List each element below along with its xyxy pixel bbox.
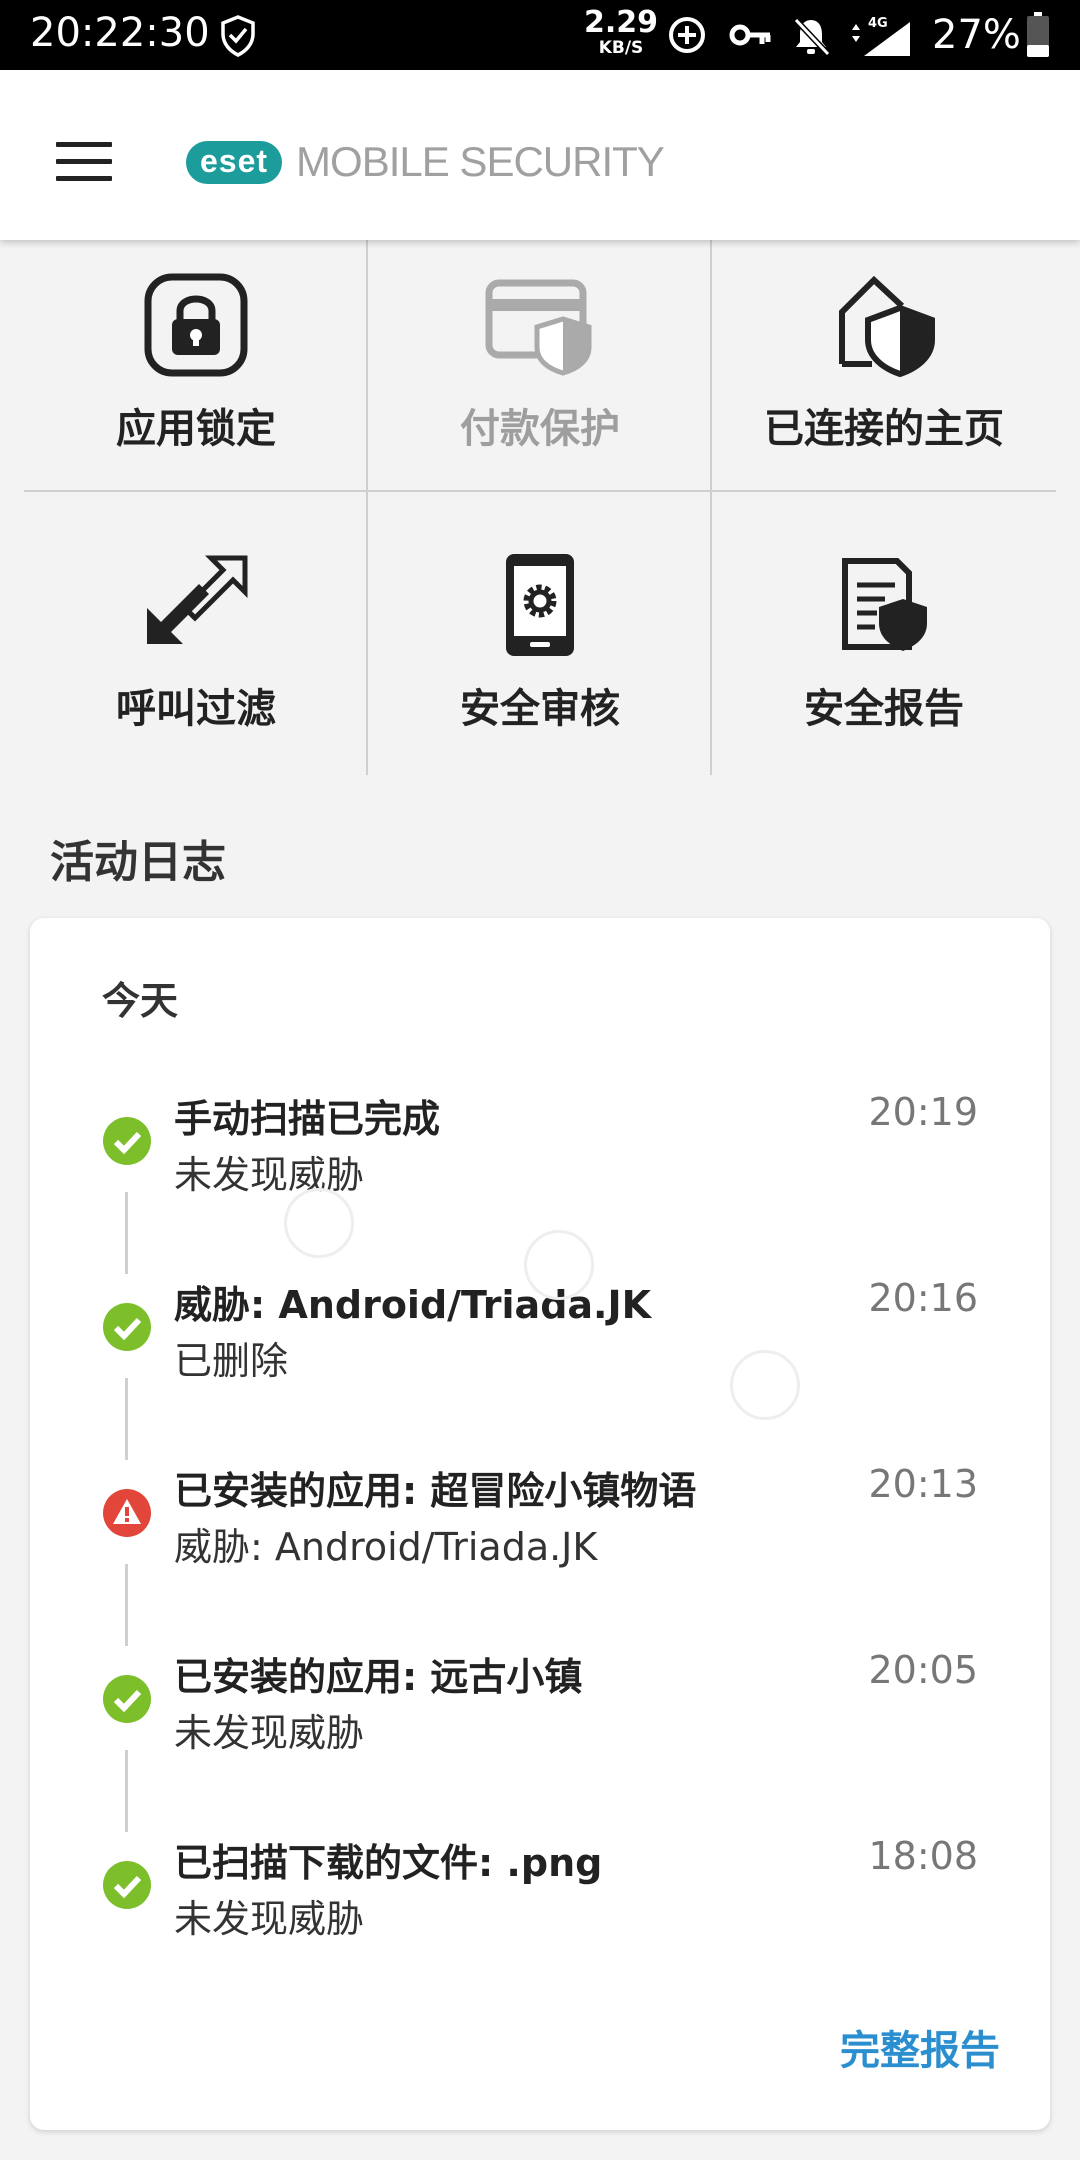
svg-text:4G: 4G <box>868 16 888 31</box>
status-bar: 20:22:30 2.29 KB/S 4G 27% <box>0 0 1080 70</box>
payment-protection-icon <box>485 279 592 376</box>
full-report-link[interactable]: 完整报告 <box>840 2018 1000 2076</box>
activity-log-card: 今天 手动扫描已完成 未发现威胁 20:19 威胁: Android/Triad… <box>30 918 1050 2130</box>
timeline-connector <box>125 1564 128 1646</box>
hamburger-icon <box>56 142 112 147</box>
log-entry[interactable]: 已扫描下载的文件: .png 未发现威胁 18:08 <box>30 1832 1050 1952</box>
status-time: 20:22:30 <box>30 10 210 56</box>
data-saver-icon <box>669 17 705 53</box>
feature-security-report[interactable]: 安全报告 <box>712 520 1056 734</box>
app-bar: eset MOBILE SECURITY <box>0 70 1080 240</box>
grid-divider <box>24 490 1056 492</box>
lock-icon <box>144 273 248 377</box>
battery-percent: 27% <box>932 12 1021 58</box>
shield-check-icon <box>221 15 255 57</box>
timeline-connector <box>125 1192 128 1274</box>
feature-security-audit[interactable]: 安全审核 <box>368 520 712 734</box>
log-entry[interactable]: 已安装的应用: 远古小镇 未发现威胁 20:05 <box>30 1646 1050 1766</box>
touch-ripple <box>284 1188 354 1258</box>
activity-log-title: 活动日志 <box>50 837 226 888</box>
eset-logo: eset MOBILE SECURITY <box>186 136 665 188</box>
vpn-key-icon <box>729 24 771 46</box>
menu-button[interactable] <box>56 142 112 182</box>
check-circle-icon <box>103 1675 151 1723</box>
net-speed: 2.29 KB/S <box>584 5 659 58</box>
check-circle-icon <box>103 1303 151 1351</box>
log-entry[interactable]: 已安装的应用: 超冒险小镇物语 威胁: Android/Triada.JK 20… <box>30 1460 1050 1580</box>
report-shield-icon <box>842 558 927 651</box>
feature-payment-protection[interactable]: 付款保护 <box>368 240 712 454</box>
timeline-connector <box>125 1750 128 1832</box>
bell-off-icon <box>793 17 831 57</box>
phone-gear-icon <box>506 554 574 656</box>
warning-circle-icon <box>103 1489 151 1537</box>
log-entry[interactable]: 手动扫描已完成 未发现威胁 20:19 <box>30 1088 1050 1208</box>
feature-call-filter[interactable]: 呼叫过滤 <box>24 520 368 734</box>
day-label: 今天 <box>102 979 179 1023</box>
signal-icon: 4G <box>852 16 910 56</box>
home-shield-icon <box>839 275 935 378</box>
call-filter-icon <box>147 555 248 644</box>
battery-icon <box>1027 12 1049 57</box>
touch-ripple <box>730 1350 800 1420</box>
grid-divider <box>710 240 712 775</box>
check-circle-icon <box>103 1861 151 1909</box>
timeline-connector <box>125 1378 128 1460</box>
touch-ripple <box>524 1230 594 1300</box>
feature-grid: 应用锁定 付款保护 已连接的主页 呼叫过滤 安全审核 安全报告 <box>24 240 1056 775</box>
feature-connected-home[interactable]: 已连接的主页 <box>712 240 1056 454</box>
feature-app-lock[interactable]: 应用锁定 <box>24 240 368 454</box>
check-circle-icon <box>103 1117 151 1165</box>
grid-divider <box>366 240 368 775</box>
